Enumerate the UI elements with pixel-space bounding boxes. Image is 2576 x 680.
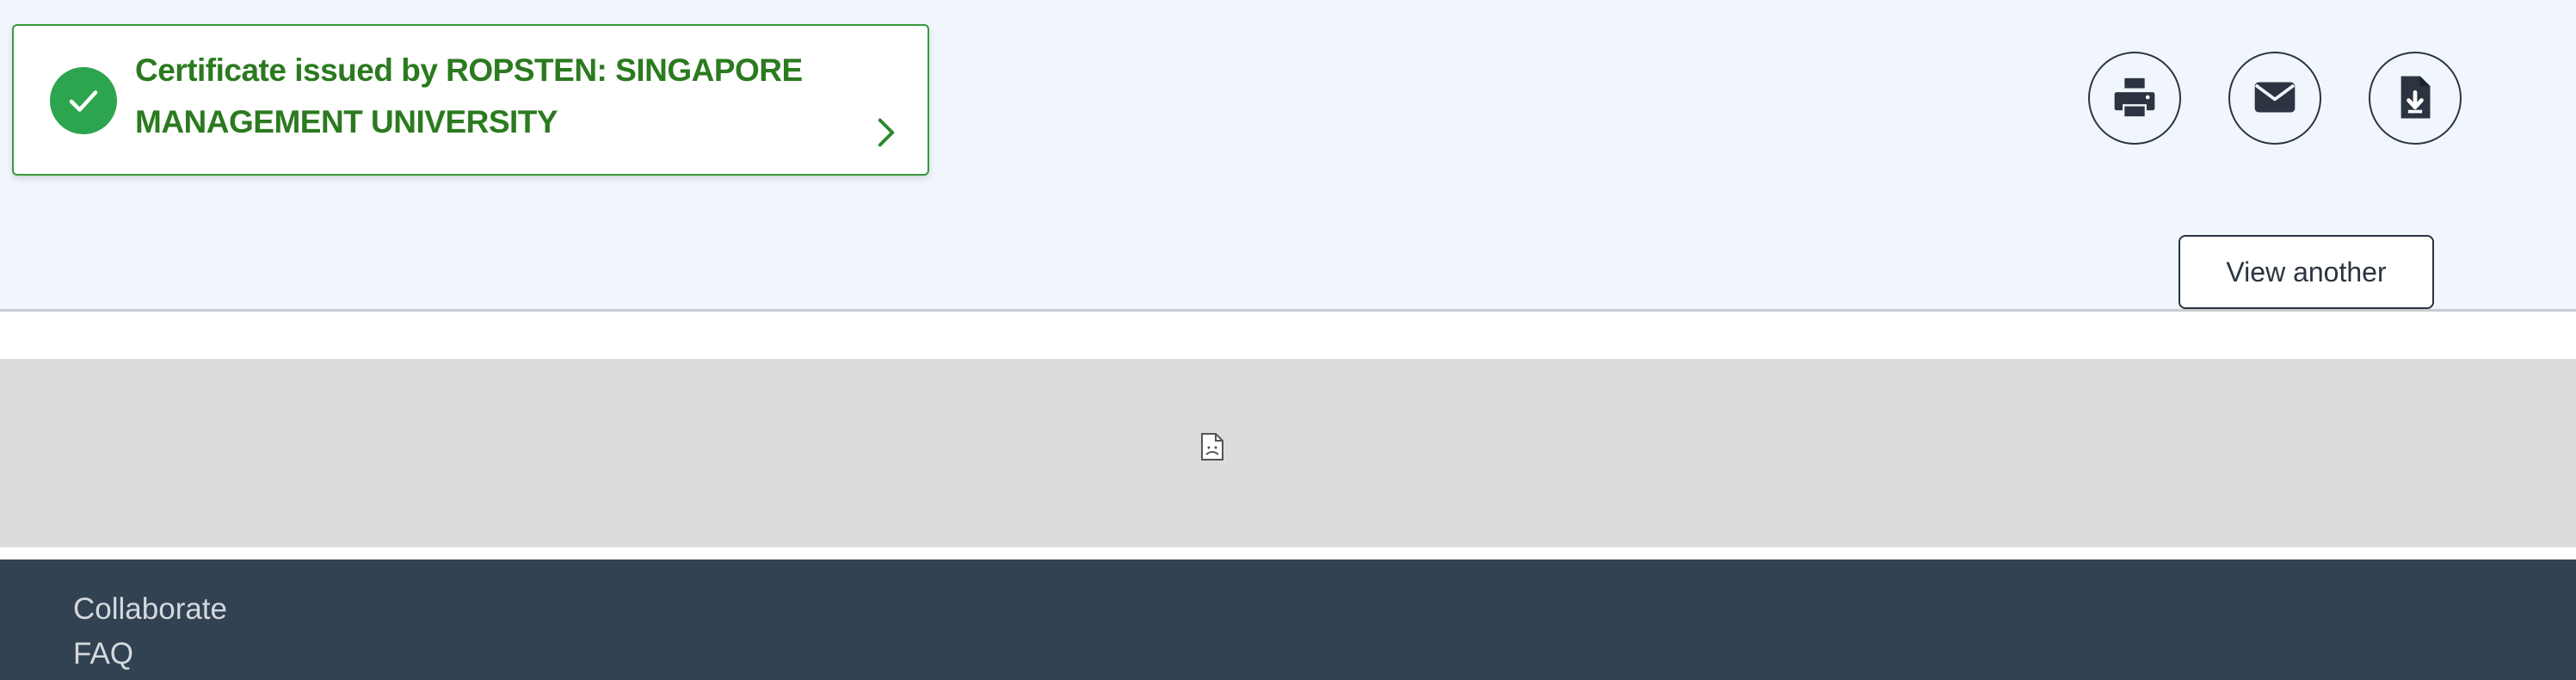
certificate-status-card[interactable]: Certificate issued by ROPSTEN: SINGAPORE…: [12, 24, 929, 176]
email-button[interactable]: [2228, 52, 2321, 145]
certificate-status-text: Certificate issued by ROPSTEN: SINGAPORE…: [135, 53, 803, 139]
check-circle-icon: [50, 67, 117, 134]
site-footer: [0, 559, 2576, 680]
footer-link-collaborate[interactable]: Collaborate: [73, 590, 227, 628]
download-button[interactable]: [2369, 52, 2462, 145]
print-icon: [2111, 73, 2159, 124]
view-another-button[interactable]: View another: [2179, 235, 2434, 309]
chevron-right-icon[interactable]: [869, 115, 903, 150]
footer-link-faq[interactable]: FAQ: [73, 635, 133, 673]
broken-document-icon: [1200, 432, 1224, 461]
file-download-icon: [2391, 73, 2439, 124]
envelope-icon: [2251, 73, 2299, 124]
certificate-viewer: [0, 359, 2576, 547]
print-button[interactable]: [2088, 52, 2181, 145]
